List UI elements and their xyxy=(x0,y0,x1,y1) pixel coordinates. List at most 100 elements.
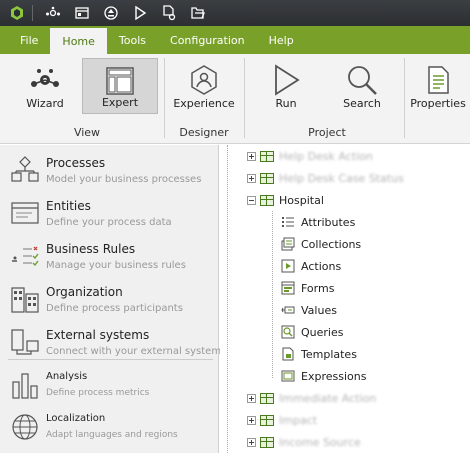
actions-icon xyxy=(281,259,295,273)
tab-configuration[interactable]: Configuration xyxy=(158,26,257,54)
run-button[interactable]: Run xyxy=(260,58,312,114)
tree-child-label: Forms xyxy=(301,281,335,295)
ribbon-divider xyxy=(404,58,405,138)
experience-button[interactable]: Experience xyxy=(172,58,236,114)
tree-node-label: Help Desk Action xyxy=(279,149,373,163)
tab-help[interactable]: Help xyxy=(257,26,306,54)
processes-icon xyxy=(11,156,39,182)
nav-analysis-title: Analysis xyxy=(46,371,88,382)
forms-icon xyxy=(281,281,295,295)
tree-node[interactable]: Help Desk Action xyxy=(247,146,373,166)
search-label: Search xyxy=(343,97,381,110)
nav-processes-title: Processes xyxy=(46,156,106,170)
business-rules-icon xyxy=(12,246,39,266)
group-label-view: View xyxy=(73,126,101,139)
expand-icon[interactable] xyxy=(247,173,256,183)
module-navigation: Processes Model your business processes … xyxy=(0,145,226,453)
entity-icon xyxy=(260,436,274,448)
nav-external-systems-subtitle: Connect with your external systems xyxy=(46,346,227,357)
globe-icon xyxy=(12,414,38,440)
tab-home[interactable]: Home xyxy=(50,28,107,54)
tree-child-label: Values xyxy=(301,303,337,317)
experience-icon xyxy=(191,65,217,95)
tab-tools[interactable]: Tools xyxy=(107,26,158,54)
nav-item-entities[interactable]: Entities Define your process data xyxy=(0,192,219,235)
tree-child-expressions[interactable]: Expressions xyxy=(281,366,366,386)
layout-icon[interactable] xyxy=(70,1,94,25)
entity-icon xyxy=(260,194,274,206)
external-systems-icon xyxy=(11,329,39,355)
nav-item-business-rules[interactable]: Business Rules Manage your business rule… xyxy=(0,235,219,278)
tree-child-label: Queries xyxy=(301,325,344,339)
expert-icon xyxy=(106,67,134,95)
upload-icon[interactable] xyxy=(99,1,123,25)
wizard-icon xyxy=(31,69,59,87)
properties-icon xyxy=(428,66,449,94)
tree-child-actions[interactable]: Actions xyxy=(281,256,341,276)
tree-node-hospital[interactable]: Hospital xyxy=(247,190,324,210)
tree-child-attributes[interactable]: Attributes xyxy=(281,212,355,232)
properties-label: Properties xyxy=(410,97,466,110)
entity-icon xyxy=(260,150,274,162)
document-settings-icon[interactable] xyxy=(157,1,181,25)
nav-organization-subtitle: Define process participants xyxy=(46,303,183,314)
group-label-project: Project xyxy=(308,126,346,139)
nav-business-rules-subtitle: Manage your business rules xyxy=(46,260,186,271)
wizard-button[interactable]: Wizard xyxy=(16,58,74,114)
entity-icon xyxy=(260,392,274,404)
play-icon[interactable] xyxy=(128,1,152,25)
nav-item-localization[interactable]: Localization Adapt languages and regions xyxy=(0,406,219,449)
expand-icon[interactable] xyxy=(247,437,256,447)
nav-divider xyxy=(8,359,213,360)
entities-icon xyxy=(11,202,39,224)
expand-icon[interactable] xyxy=(247,393,256,403)
nav-item-analysis[interactable]: Analysis Define process metrics xyxy=(0,364,219,407)
search-icon xyxy=(348,66,377,95)
tree-child-label: Attributes xyxy=(301,215,356,229)
analysis-icon xyxy=(12,373,38,399)
expressions-icon xyxy=(281,370,295,382)
tree-node[interactable]: Help Desk Case Status xyxy=(247,168,404,188)
tree-child-queries[interactable]: Queries xyxy=(281,322,343,342)
tree-node[interactable]: Impact xyxy=(247,410,317,430)
values-icon xyxy=(281,306,295,314)
wizard-label: Wizard xyxy=(26,97,64,110)
ribbon: Wizard Expert View Experience Designer R… xyxy=(0,54,470,144)
search-button[interactable]: Search xyxy=(334,58,390,114)
ribbon-divider xyxy=(164,58,165,138)
nav-item-external-systems[interactable]: External systems Connect with your exter… xyxy=(0,321,226,364)
tree-child-label: Templates xyxy=(301,347,357,361)
open-folder-icon[interactable] xyxy=(186,1,210,25)
tree-node-label: Hospital xyxy=(279,193,324,207)
tab-file[interactable]: File xyxy=(8,26,50,54)
tree-child-label: Collections xyxy=(301,237,362,251)
organization-icon xyxy=(11,287,39,313)
nav-entities-subtitle: Define your process data xyxy=(46,217,172,228)
process-flow-icon[interactable] xyxy=(41,1,65,25)
app-logo-icon[interactable] xyxy=(5,1,29,25)
tree-child-label: Actions xyxy=(301,259,342,273)
attributes-icon xyxy=(282,217,294,227)
queries-icon xyxy=(281,325,295,339)
tree-child-templates[interactable]: Templates xyxy=(281,344,357,364)
properties-button[interactable]: Properties xyxy=(408,58,468,114)
tree-child-values[interactable]: Values xyxy=(281,300,337,320)
collapse-icon[interactable] xyxy=(247,195,256,205)
expand-icon[interactable] xyxy=(247,415,256,425)
toolbar-divider xyxy=(32,5,33,21)
run-icon xyxy=(275,64,300,96)
tree-child-forms[interactable]: Forms xyxy=(281,278,334,298)
nav-analysis-subtitle: Define process metrics xyxy=(46,388,150,398)
quick-access-toolbar xyxy=(0,0,470,26)
collections-icon xyxy=(281,237,295,251)
nav-entities-title: Entities xyxy=(46,199,91,213)
tree-child-collections[interactable]: Collections xyxy=(281,234,361,254)
tree-node[interactable]: Immediate Action xyxy=(247,388,376,408)
nav-item-organization[interactable]: Organization Define process participants xyxy=(0,278,219,321)
expand-icon[interactable] xyxy=(247,151,256,161)
expert-button[interactable]: Expert xyxy=(82,58,158,114)
tree-child-label: Expressions xyxy=(301,369,367,383)
tree-node[interactable]: Income Source xyxy=(247,432,361,452)
nav-item-processes[interactable]: Processes Model your business processes xyxy=(0,149,219,192)
tree-guide-line xyxy=(227,145,228,453)
